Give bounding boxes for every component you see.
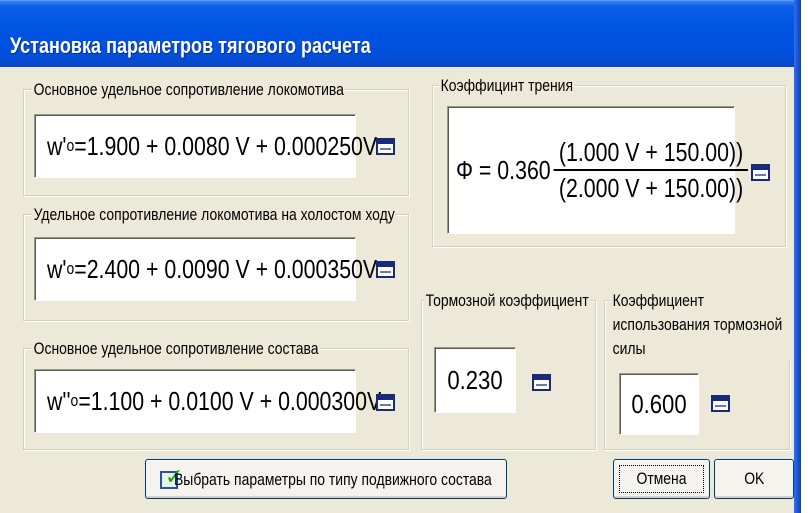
brake-usage-field[interactable]: 0.600 — [619, 373, 699, 435]
group-loco-idle-resistance: Удельное сопротивление локомотива на хол… — [23, 205, 409, 321]
group-label: Удельное сопротивление локомотива на хол… — [32, 205, 397, 225]
group-label: Основное удельное сопротивление состава — [32, 339, 321, 359]
dialog-window: Установка параметров тягового расчета Ос… — [0, 0, 801, 513]
cancel-button[interactable]: Отмена — [613, 459, 710, 499]
calculator-icon[interactable] — [376, 394, 395, 411]
value-text: 0.230 — [447, 364, 503, 395]
train-basic-formula-field: w''o=1.100 + 0.0100 V + 0.000300V2 — [34, 369, 389, 433]
select-by-rolling-stock-button[interactable]: ✓ Выбрать параметры по типу подвижного с… — [145, 459, 507, 499]
fraction: (1.000 V + 150.00)) (2.000 V + 150.00)) — [553, 135, 749, 205]
friction-formula-field: Φ = 0.360 (1.000 V + 150.00)) (2.000 V +… — [447, 106, 749, 234]
brake-coefficient-field[interactable]: 0.230 — [434, 347, 516, 413]
calculator-icon[interactable] — [376, 261, 395, 278]
loco-basic-formula-field: w'o=1.900 + 0.0080 V + 0.000250V2 — [34, 114, 385, 178]
ok-button[interactable]: OK — [714, 459, 794, 499]
formula-text: Φ = 0.360 (1.000 V + 150.00)) (2.000 V +… — [456, 107, 749, 233]
group-friction-coefficient: Коэффицинт трения Φ = 0.360 (1.000 V + 1… — [432, 76, 786, 247]
group-label: Основное удельное сопротивление локомоти… — [32, 80, 346, 100]
calculator-icon[interactable] — [751, 164, 770, 181]
formula-text: w'o=1.900 + 0.0080 V + 0.000250V2 — [47, 130, 385, 161]
group-brake-coefficient: Тормозной коэффициент 0.230 — [421, 291, 596, 450]
calculator-icon[interactable] — [711, 395, 730, 412]
group-label: Коэффициент использования тормозной силы — [611, 289, 801, 361]
calculator-icon[interactable] — [532, 374, 551, 391]
group-brake-force-usage: Коэффициент использования тормозной силы… — [604, 289, 801, 450]
formula-text: w'o=2.400 + 0.0090 V + 0.000350V2 — [47, 253, 385, 284]
formula-text: w''o=1.100 + 0.0100 V + 0.000300V2 — [47, 385, 389, 416]
calculator-icon[interactable] — [376, 138, 395, 155]
loco-idle-formula-field: w'o=2.400 + 0.0090 V + 0.000350V2 — [34, 237, 385, 301]
value-text: 0.600 — [631, 388, 687, 419]
group-label: Тормозной коэффициент — [424, 291, 591, 311]
group-loco-basic-resistance: Основное удельное сопротивление локомоти… — [23, 80, 409, 196]
window-title: Установка параметров тягового расчета — [10, 33, 371, 58]
group-label: Коэффицинт трения — [439, 76, 575, 96]
window-border — [794, 0, 801, 513]
group-train-basic-resistance: Основное удельное сопротивление состава … — [23, 339, 409, 450]
title-bar[interactable]: Установка параметров тягового расчета — [0, 0, 801, 67]
